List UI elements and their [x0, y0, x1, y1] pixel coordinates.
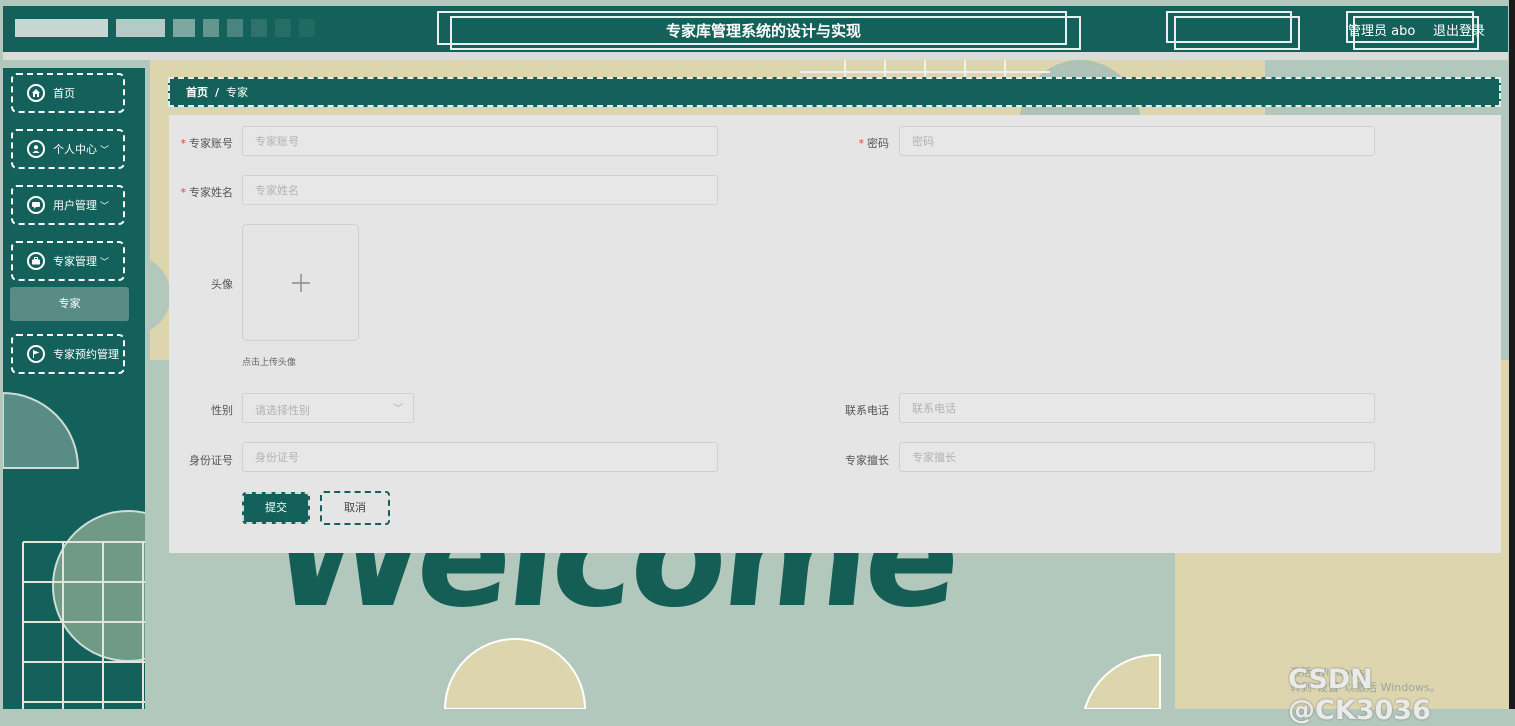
submit-button[interactable]: 提交: [242, 492, 310, 524]
idcard-label: 身份证号: [189, 454, 233, 467]
gender-select[interactable]: 请选择性别 ﹀: [242, 393, 414, 423]
sidebar-item-label: 专家预约管理: [53, 348, 119, 361]
sidebar-item-label: 用户管理: [53, 199, 97, 212]
cancel-button[interactable]: 取消: [320, 491, 390, 525]
sidebar-item-expert-management[interactable]: 专家管理 ﹀: [11, 241, 125, 281]
avatar-label: 头像: [211, 278, 233, 291]
breadcrumb-separator: /: [215, 85, 220, 99]
plus-icon: [291, 273, 310, 292]
chevron-down-icon: ﹀: [100, 145, 110, 156]
header-underline: [3, 52, 1508, 60]
chevron-down-icon: ﹀: [100, 257, 110, 268]
sidebar-item-label: 专家管理: [53, 255, 97, 268]
breadcrumb-current: 专家: [226, 86, 249, 99]
logo-bars: [15, 19, 315, 37]
gender-select-placeholder: 请选择性别: [255, 404, 310, 417]
chat-icon: [27, 196, 45, 214]
sidebar-item-user-management[interactable]: 用户管理 ﹀: [11, 185, 125, 225]
password-label: * 密码: [858, 137, 890, 150]
chevron-down-icon: ﹀: [100, 201, 110, 212]
expert-form: *专家账号 *密码 *专家姓名 头像 点击上传头像 性别 请选择性别 ﹀ 联系电…: [169, 115, 1501, 553]
sidebar-item-home[interactable]: 首页: [11, 73, 125, 113]
breadcrumb-home[interactable]: 首页: [186, 84, 208, 100]
sidebar-item-label: 首页: [53, 87, 75, 100]
sidebar-subitem-expert[interactable]: 专家: [10, 287, 129, 321]
phone-label: 联系电话: [845, 404, 889, 417]
chevron-down-icon: ﹀: [393, 404, 403, 415]
window-edge: [1509, 0, 1515, 709]
user-icon: [27, 140, 45, 158]
flag-icon: [27, 345, 45, 363]
current-user: 管理员 abo: [1348, 24, 1416, 39]
avatar-upload-hint: 点击上传头像: [242, 358, 297, 368]
avatar-upload[interactable]: [242, 224, 359, 341]
name-input[interactable]: [242, 175, 718, 205]
gender-label: 性别: [211, 404, 233, 417]
name-label: * 专家姓名: [180, 186, 234, 199]
specialty-label: 专家擅长: [845, 454, 889, 467]
specialty-input[interactable]: [899, 442, 1375, 472]
password-input[interactable]: [899, 126, 1375, 156]
sidebar-item-personal-center[interactable]: 个人中心 ﹀: [11, 129, 125, 169]
sidebar: 首页 个人中心 ﹀ 用户管理 ﹀ 专家管理 ﹀ 专家 专家预约管理: [3, 68, 145, 709]
home-icon: [27, 84, 45, 102]
account-label: * 专家账号: [180, 137, 234, 150]
briefcase-icon: [27, 252, 45, 270]
top-header: 专家库管理系统的设计与实现 管理员 abo 退出登录: [3, 6, 1508, 52]
header-frame-offset: [1174, 16, 1300, 50]
csdn-watermark: CSDN @CK3036: [1288, 664, 1431, 726]
breadcrumb: 首页 / 专家: [168, 77, 1501, 107]
sidebar-item-label: 个人中心: [53, 143, 97, 156]
phone-input[interactable]: [899, 393, 1375, 423]
idcard-input[interactable]: [242, 442, 718, 472]
account-input[interactable]: [242, 126, 718, 156]
logout-link[interactable]: 退出登录: [1433, 20, 1485, 39]
sidebar-item-appointment-management[interactable]: 专家预约管理: [11, 334, 125, 374]
site-title: 专家库管理系统的设计与实现: [665, 22, 861, 40]
